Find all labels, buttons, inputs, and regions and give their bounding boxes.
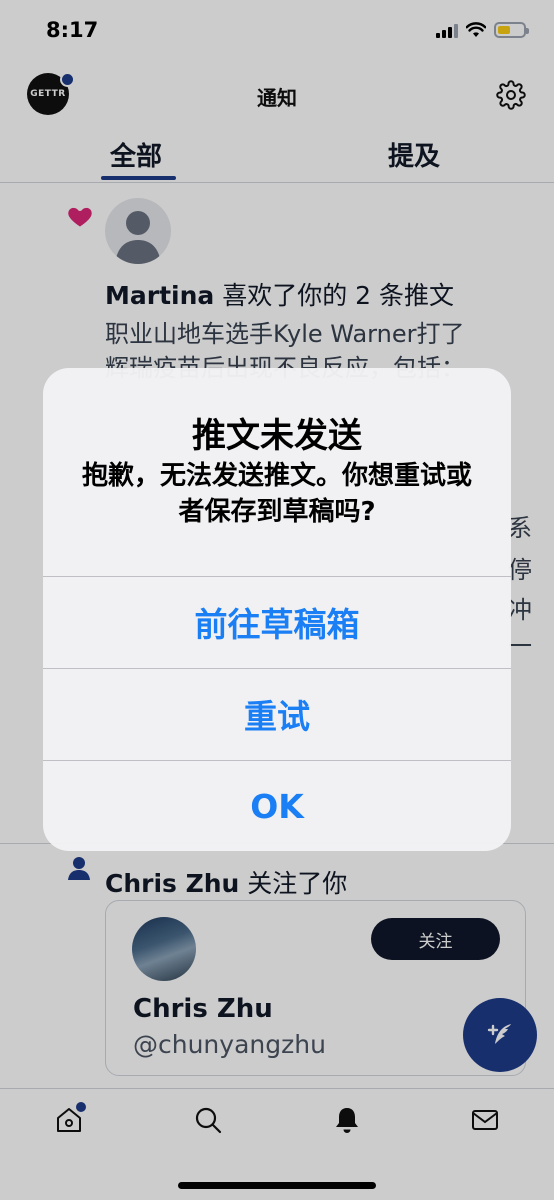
go-to-drafts-button[interactable]: 前往草稿箱 — [43, 577, 511, 667]
alert-message: 抱歉，无法发送推文。你想重试或者保存到草稿吗? — [81, 461, 472, 527]
home-indicator[interactable] — [178, 1182, 376, 1189]
retry-button[interactable]: 重试 — [43, 669, 511, 759]
alert-dialog: 推文未发送 抱歉，无法发送推文。你想重试或者保存到草稿吗? 前往草稿箱 重试 O… — [43, 368, 511, 851]
ok-button[interactable]: OK — [43, 761, 511, 851]
alert-title: 推文未发送 — [192, 416, 362, 456]
